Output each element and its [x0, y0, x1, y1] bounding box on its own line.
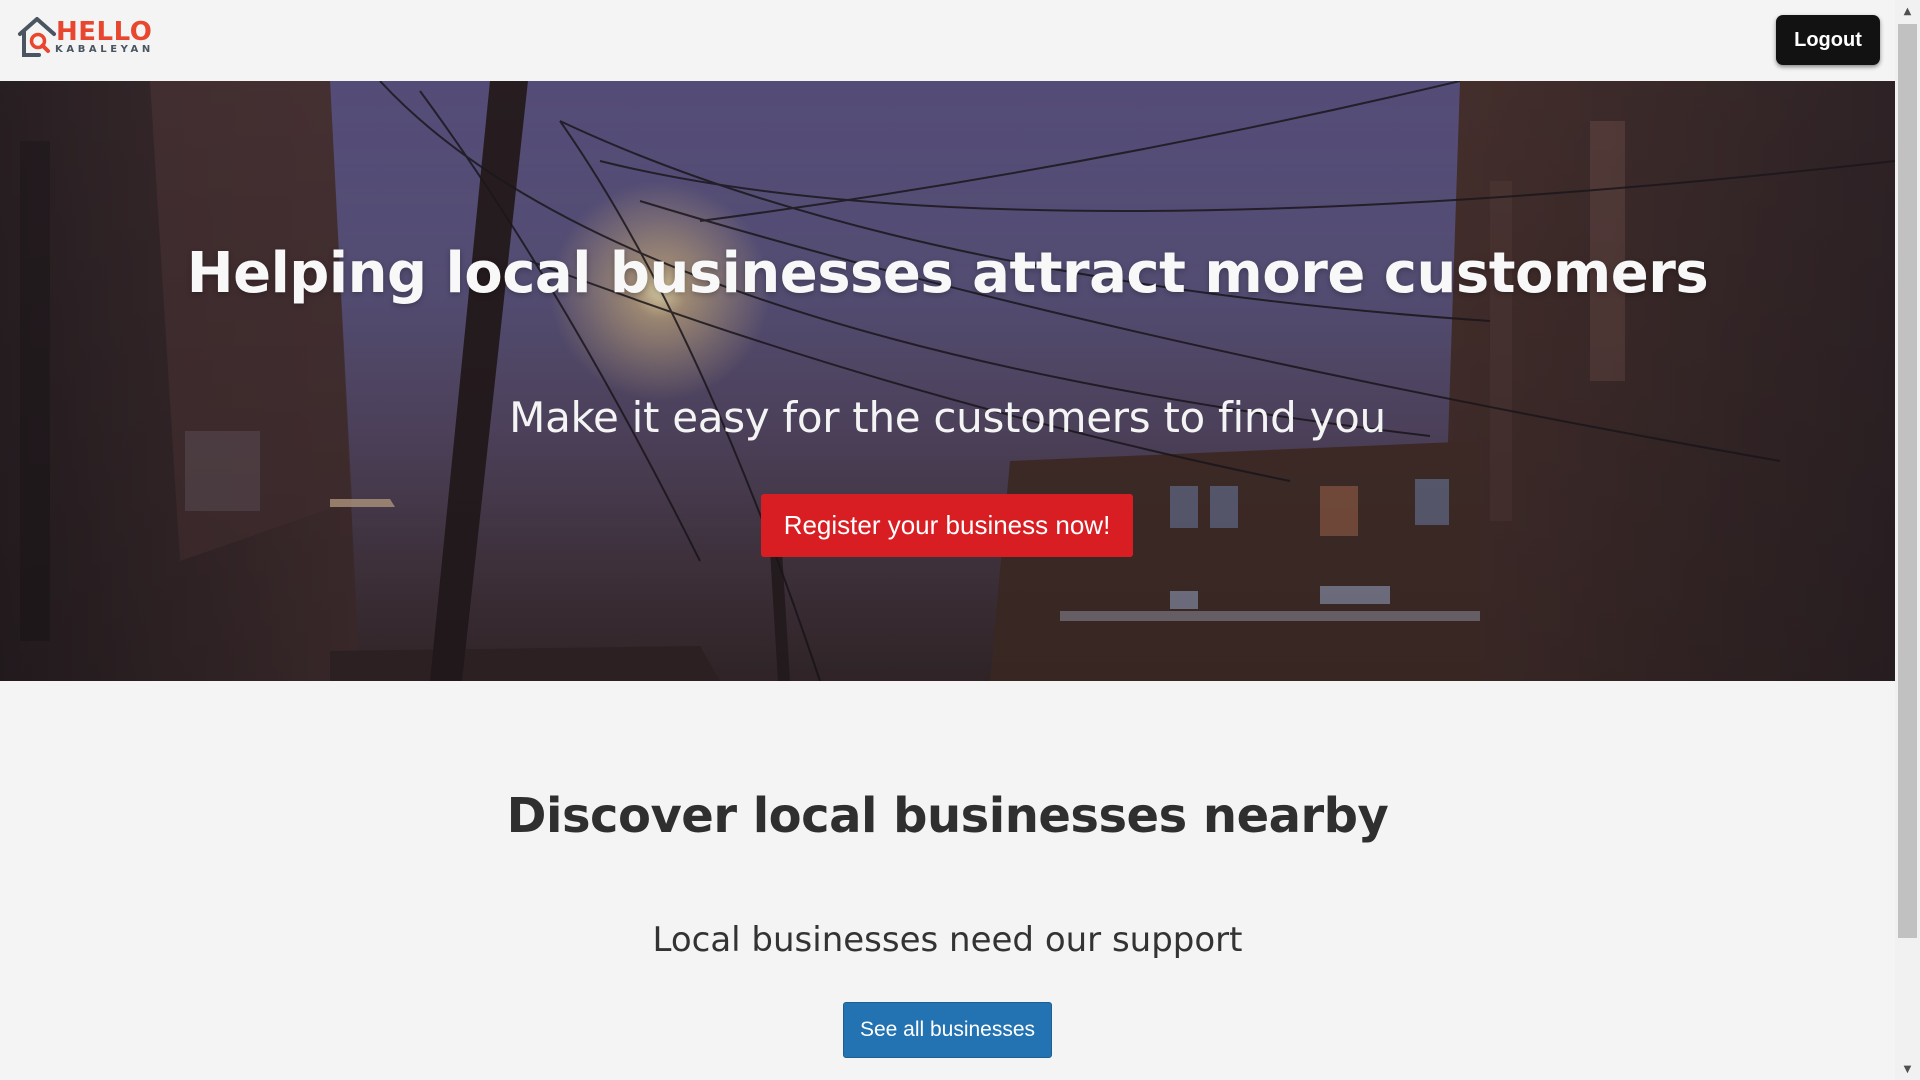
- hero-banner: Helping local businesses attract more cu…: [0, 81, 1895, 681]
- hero-title: Helping local businesses attract more cu…: [186, 241, 1709, 306]
- house-search-icon: [18, 17, 56, 57]
- logo[interactable]: HELLO KABALEYAN: [17, 16, 152, 58]
- page: HELLO KABALEYAN Logout Helping local bus…: [0, 0, 1895, 1080]
- logout-button[interactable]: Logout: [1776, 15, 1880, 65]
- hero-background-image: [0, 81, 1895, 681]
- site-header: HELLO KABALEYAN Logout: [0, 0, 1895, 81]
- hero-subtitle: Make it easy for the customers to find y…: [509, 393, 1386, 442]
- vertical-scrollbar[interactable]: ▲ ▼: [1895, 0, 1920, 1080]
- scroll-up-arrow-icon[interactable]: ▲: [1895, 0, 1920, 22]
- logo-subtitle: KABALEYAN: [55, 44, 154, 55]
- scrollbar-thumb[interactable]: [1898, 24, 1917, 938]
- scroll-down-arrow-icon[interactable]: ▼: [1895, 1058, 1920, 1080]
- register-business-button[interactable]: Register your business now!: [761, 494, 1133, 557]
- see-all-businesses-button[interactable]: See all businesses: [843, 1002, 1052, 1058]
- discover-subheading: Local businesses need our support: [652, 920, 1243, 960]
- discover-heading: Discover local businesses nearby: [506, 788, 1389, 844]
- logo-wordmark: HELLO: [56, 17, 153, 47]
